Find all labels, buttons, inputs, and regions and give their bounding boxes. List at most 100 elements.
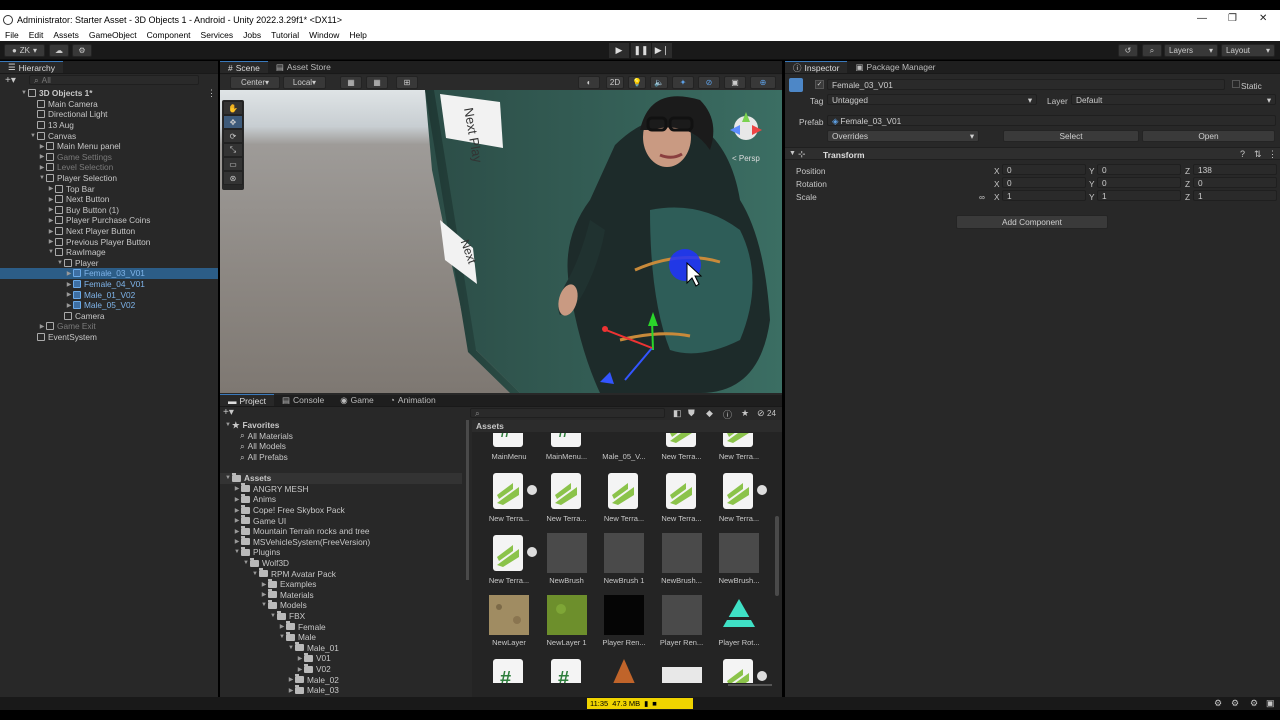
asset-item[interactable]: NewBrush (536, 533, 592, 593)
layers-dropdown[interactable]: Layers ▾ (1164, 44, 1218, 57)
hierarchy-item[interactable]: ▶ Game Settings (0, 152, 218, 163)
expand-right-icon[interactable]: ▶ (260, 581, 268, 588)
favorites-header[interactable]: ▼ ★ Favorites (224, 420, 279, 431)
scale-x-field[interactable]: 1 (1002, 190, 1086, 201)
hierarchy-item[interactable]: ▼ Canvas (0, 130, 218, 141)
expand-down-icon[interactable]: ▼ (287, 645, 295, 651)
audio-icon[interactable]: 🔈 (650, 76, 668, 89)
menu-assets[interactable]: Assets (48, 30, 84, 40)
tag-icon[interactable]: ◆ (706, 408, 713, 419)
folder-item[interactable]: ▶ MSVehicleSystem(FreeVersion) (233, 536, 370, 548)
folder-item[interactable]: ▼ Wolf3D (242, 557, 289, 569)
menu-help[interactable]: Help (344, 30, 371, 40)
hierarchy-item[interactable]: ▶ Player Purchase Coins (0, 215, 218, 226)
folder-item[interactable]: ▶ V01 (296, 652, 331, 664)
hierarchy-item[interactable]: ▶ Next Button (0, 194, 218, 205)
expand-down-icon[interactable]: ▼ (38, 175, 46, 181)
expand-right-icon[interactable]: ▶ (296, 655, 304, 662)
tab-package-manager[interactable]: ▣ Package Manager (847, 61, 943, 73)
grid-scrollbar[interactable] (775, 516, 779, 596)
hierarchy-item[interactable]: ▶ Next Player Button (0, 226, 218, 237)
hierarchy-item[interactable]: ▶ Male_05_V02 (0, 300, 218, 311)
expand-right-icon[interactable]: ▶ (278, 623, 286, 630)
expand-down-icon[interactable]: ▼ (278, 634, 286, 640)
transform-tool-icon[interactable]: ⊛ (223, 171, 243, 185)
expand-right-icon[interactable]: ▶ (38, 143, 46, 150)
pause-button[interactable]: ❚❚ (631, 43, 651, 58)
gizmos-icon[interactable]: ⊕ (750, 76, 776, 89)
expand-right-icon[interactable]: ▶ (233, 485, 241, 492)
menu-services[interactable]: Services (196, 30, 239, 40)
rotation-x-field[interactable]: 0 (1002, 177, 1086, 188)
expand-right-icon[interactable]: ▶ (233, 496, 241, 503)
hierarchy-item[interactable]: ▶ Buy Button (1) (0, 205, 218, 216)
expand-down-icon[interactable]: ▼ (269, 613, 277, 619)
expand-down-icon[interactable]: ▼ (260, 602, 268, 608)
move-tool-icon[interactable]: ✥ (223, 115, 243, 129)
favorite-all-prefabs[interactable]: ⌕ All Prefabs (240, 452, 288, 463)
grid-icon[interactable]: ▦ (366, 76, 388, 89)
pivot-center-dropdown[interactable]: Center ▾ (230, 76, 280, 89)
asset-item[interactable]: # MainMenu (478, 433, 534, 469)
activity-icon[interactable]: ⚙ (1214, 698, 1222, 709)
expand-right-icon[interactable]: ▶ (38, 164, 46, 171)
rotate-tool-icon[interactable]: ⟳ (223, 129, 243, 143)
select-button[interactable]: Select (1003, 130, 1139, 142)
folder-item[interactable]: ▼ Male (278, 631, 316, 643)
camera-icon[interactable]: ▣ (724, 76, 746, 89)
asset-item[interactable] (593, 657, 649, 683)
asset-item[interactable] (708, 657, 767, 683)
asset-item[interactable]: New Terra... (593, 471, 649, 531)
transform-header[interactable]: ▼ ⊹ Transform ? ⇅ ⋮ (785, 147, 1280, 160)
hidden-objects-icon[interactable]: ⊘ (698, 76, 720, 89)
rotation-z-field[interactable]: 0 (1193, 177, 1277, 188)
toggle-2d-button[interactable]: 2D (606, 76, 624, 89)
asset-item[interactable]: New Terra... (708, 471, 767, 531)
scale-y-field[interactable]: 1 (1097, 190, 1181, 201)
expand-right-icon[interactable]: ▶ (296, 666, 304, 673)
hierarchy-item[interactable]: ▼ 3D Objects 1* (0, 88, 218, 99)
tab-hierarchy[interactable]: ☰ Hierarchy (0, 61, 63, 73)
more-icon[interactable]: ⋮ (1268, 149, 1277, 160)
tab-scene[interactable]: # Scene (220, 61, 268, 73)
expand-right-icon[interactable]: ▶ (47, 206, 55, 213)
folder-item[interactable]: ▶ Male_03 (287, 684, 339, 696)
expand-right-icon[interactable]: ▶ (233, 517, 241, 524)
expand-right-icon[interactable]: ▶ (38, 323, 46, 330)
preset-icon[interactable]: ⇅ (1254, 149, 1262, 160)
folder-item[interactable]: ▶ V02 (296, 663, 331, 675)
position-y-field[interactable]: 0 (1097, 164, 1181, 175)
hierarchy-item[interactable]: 13 Aug (0, 120, 218, 131)
asset-item[interactable]: NewBrush... (708, 533, 764, 593)
expand-down-icon[interactable]: ▼ (233, 549, 241, 555)
expand-right-icon[interactable]: ▶ (47, 217, 55, 224)
history-icon[interactable]: ↺ (1118, 44, 1138, 57)
thumbnail-size-slider[interactable] (728, 684, 772, 686)
expand-down-icon[interactable]: ▼ (251, 571, 259, 577)
asset-item[interactable]: Player Ren... (593, 595, 649, 655)
hierarchy-item[interactable]: ▶ Previous Player Button (0, 236, 218, 247)
asset-item[interactable]: New Terra... (536, 471, 592, 531)
favorite-star-icon[interactable]: ★ (741, 408, 749, 419)
folder-item[interactable]: ▶ Mountain Terrain rocks and tree (233, 525, 370, 537)
layer-dropdown[interactable]: Default ▾ (1071, 94, 1276, 105)
persp-label[interactable]: < Persp (732, 154, 760, 163)
expand-down-icon[interactable]: ▼ (242, 560, 250, 566)
tree-scrollbar[interactable] (466, 420, 469, 580)
expand-down-icon[interactable]: ▼ (224, 475, 232, 481)
asset-item[interactable]: NewBrush... (651, 533, 707, 593)
hand-tool-icon[interactable]: ✋ (223, 101, 243, 115)
hierarchy-item[interactable]: ▶ Level Selection (0, 162, 218, 173)
expand-right-icon[interactable]: ▶ (65, 270, 73, 277)
account-dropdown[interactable]: ● ZK ▾ (4, 44, 45, 57)
asset-item[interactable]: New Terra... (651, 433, 707, 469)
hierarchy-item[interactable]: ▼ Player Selection (0, 173, 218, 184)
layout-dropdown[interactable]: Layout ▾ (1221, 44, 1275, 57)
filter-type-icon[interactable]: ◧ (673, 408, 682, 419)
notification-icon[interactable]: ▣ (1266, 698, 1275, 709)
hierarchy-item[interactable]: ▼ RawImage (0, 247, 218, 258)
hierarchy-item[interactable]: ▶ Male_01_V02 (0, 289, 218, 300)
create-icon[interactable]: +▾ (223, 407, 234, 418)
static-checkbox[interactable] (1232, 80, 1240, 88)
asset-item[interactable]: # (478, 657, 534, 683)
